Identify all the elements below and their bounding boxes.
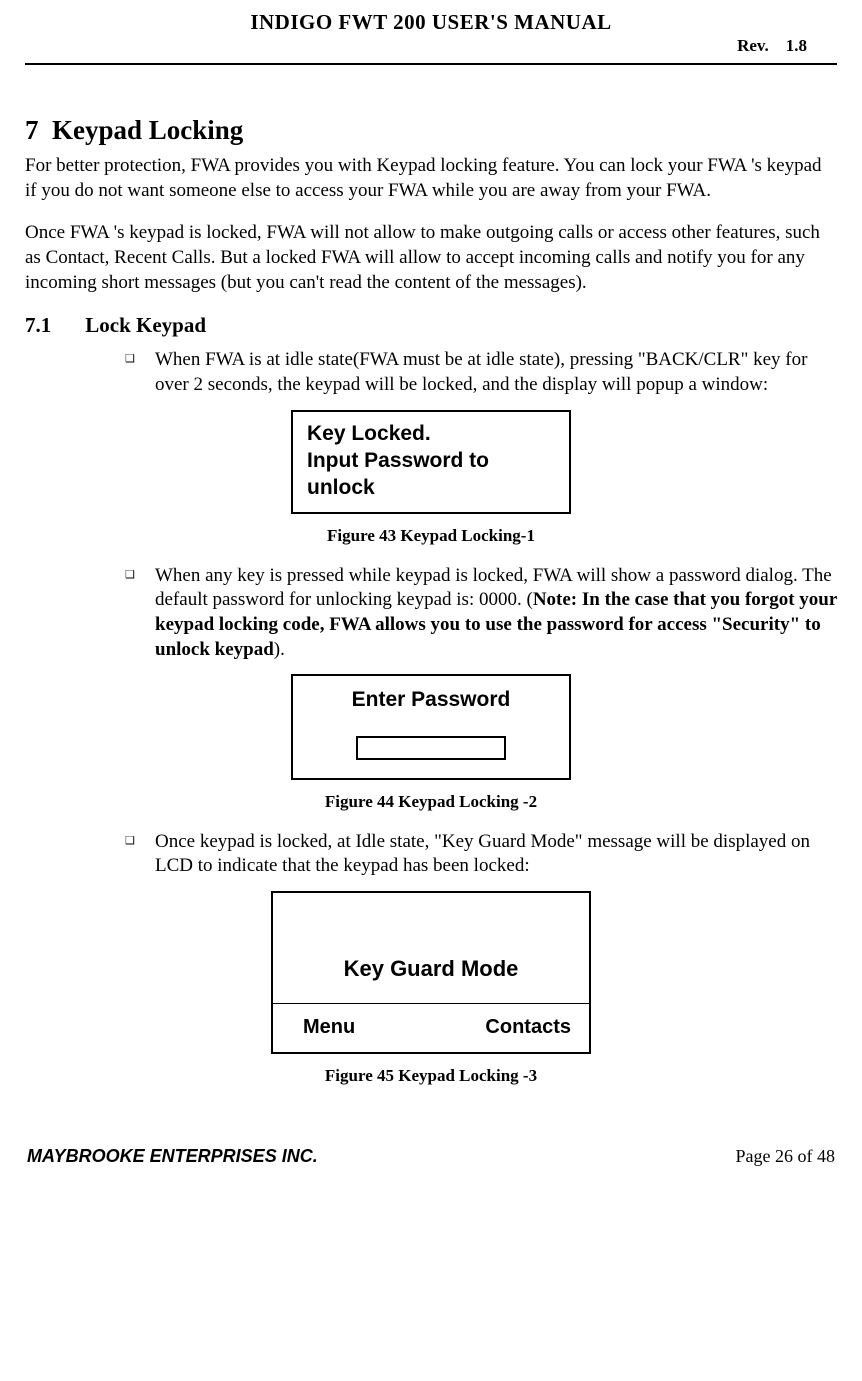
revision-info: Rev. 1.8 [737,36,807,56]
footer-company: MAYBROOKE ENTERPRISES INC. [27,1146,318,1167]
header-divider [25,63,837,65]
revision-label: Rev. [737,36,769,55]
bullet-list: When any key is pressed while keypad is … [25,564,837,663]
revision-value: 1.8 [786,36,807,55]
key-guard-message: Key Guard Mode [273,893,589,1003]
page-header: INDIGO FWT 200 USER'S MANUAL Rev. 1.8 [25,10,837,65]
section-number: 7 [25,115,39,145]
document-title: INDIGO FWT 200 USER'S MANUAL [25,10,837,35]
subsection-heading: 7.1 Lock Keypad [25,313,837,338]
bullet-item-1: When FWA is at idle state(FWA must be at… [125,348,837,397]
section-title-text: Keypad Locking [52,115,243,145]
bullet-list: When FWA is at idle state(FWA must be at… [25,348,837,397]
bullet-item-2: When any key is pressed while keypad is … [125,564,837,663]
subsection-number: 7.1 [25,313,80,338]
section-heading: 7 Keypad Locking [25,115,837,146]
page-footer: MAYBROOKE ENTERPRISES INC. Page 26 of 48 [25,1146,837,1167]
figure-44-caption: Figure 44 Keypad Locking -2 [25,792,837,812]
key-guard-mode-dialog: Key Guard Mode Menu Contacts [271,891,591,1054]
intro-paragraph-2: Once FWA 's keypad is locked, FWA will n… [25,221,837,295]
figure-45-caption: Figure 45 Keypad Locking -3 [25,1066,837,1086]
subsection-title-text: Lock Keypad [85,313,206,337]
footer-page: Page 26 of 48 [736,1146,835,1167]
intro-paragraph-1: For better protection, FWA provides you … [25,154,837,203]
dialog-line-1: Key Locked. [307,420,555,447]
softkey-left: Menu [303,1014,355,1040]
bullet-list: Once keypad is locked, at Idle state, "K… [25,830,837,879]
bullet-item-3: Once keypad is locked, at Idle state, "K… [125,830,837,879]
figure-43-caption: Figure 43 Keypad Locking-1 [25,526,837,546]
enter-password-title: Enter Password [307,686,555,713]
softkey-bar: Menu Contacts [273,1003,589,1052]
enter-password-dialog: Enter Password [291,674,571,779]
password-input-field [356,736,506,760]
bullet-2-post: ). [274,639,285,660]
document-page: INDIGO FWT 200 USER'S MANUAL Rev. 1.8 7 … [0,0,862,1187]
softkey-right: Contacts [485,1014,571,1040]
key-locked-dialog: Key Locked. Input Password to unlock [291,410,571,514]
dialog-line-2: Input Password to unlock [307,447,555,502]
